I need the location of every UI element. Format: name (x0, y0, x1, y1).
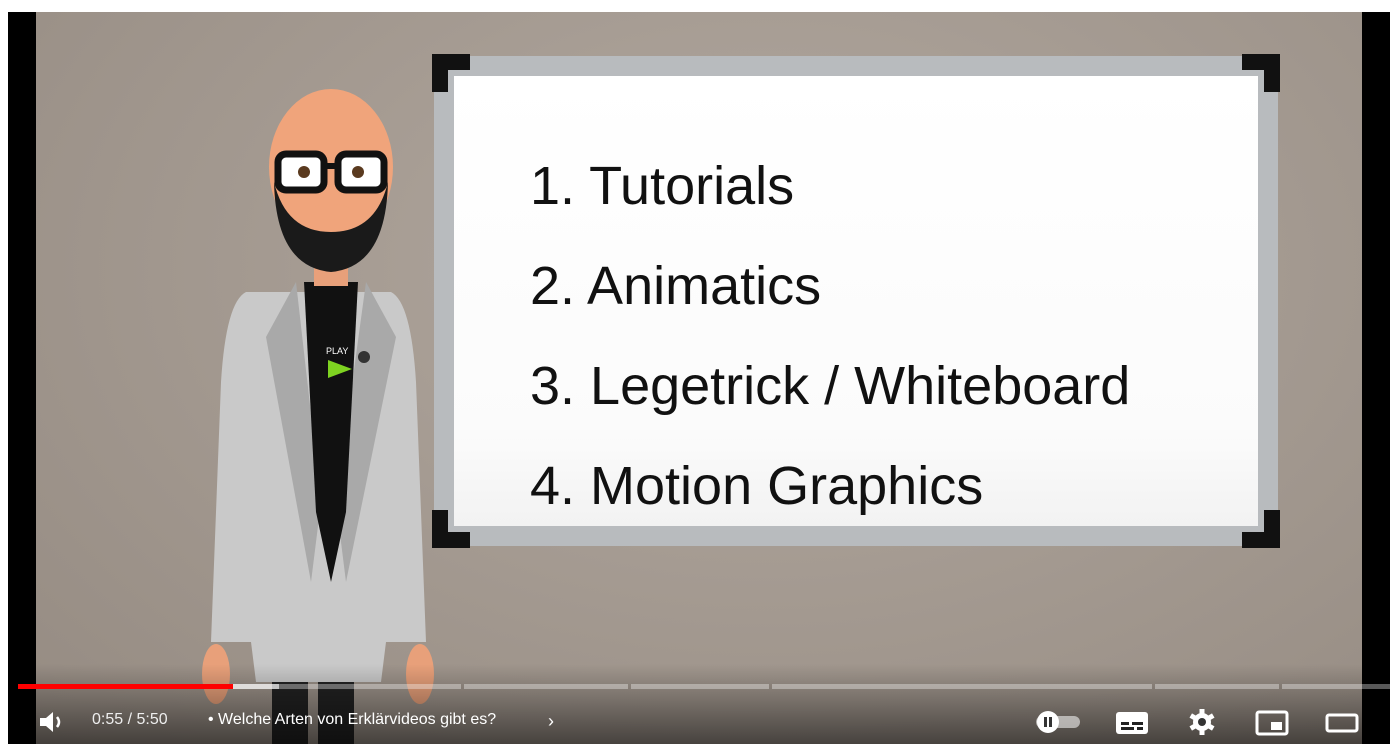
chapter-segment[interactable] (631, 684, 769, 689)
theater-mode-icon[interactable] (1324, 708, 1360, 736)
presenter-eye-left (298, 166, 310, 178)
whiteboard-item-1: 1. Tutorials (530, 156, 795, 216)
time-display: 0:55 / 5:50 (92, 711, 168, 728)
chapter-chevron-icon[interactable]: › (548, 711, 554, 732)
whiteboard-item-3: 3. Legetrick / Whiteboard (530, 356, 1131, 416)
autoplay-toggle-icon[interactable] (1034, 708, 1082, 736)
chapter-segment[interactable] (1282, 684, 1390, 689)
whiteboard-surface: 1. Tutorials 2. Animatics 3. Legetrick /… (454, 76, 1258, 526)
presenter-mouth-area (309, 204, 353, 220)
progress-bar[interactable] (18, 684, 1390, 689)
chapter-segment[interactable] (1155, 684, 1279, 689)
video-player[interactable]: PLAY 1. Tutorials 2. Animatics 3. Legetr… (8, 12, 1390, 744)
control-bar: 0:55 / 5:50 • Welche Arten von Erklärvid… (8, 700, 1390, 744)
page-background (0, 0, 1390, 12)
settings-gear-icon[interactable] (1184, 708, 1220, 736)
video-frame[interactable]: PLAY 1. Tutorials 2. Animatics 3. Legetr… (36, 12, 1362, 744)
whiteboard-corner (1242, 54, 1280, 92)
presenter-eye-right (352, 166, 364, 178)
whiteboard-list: 1. Tutorials 2. Animatics 3. Legetrick /… (530, 136, 1130, 536)
whiteboard-corner (1242, 510, 1280, 548)
whiteboard: 1. Tutorials 2. Animatics 3. Legetrick /… (432, 54, 1280, 548)
subtitles-icon[interactable] (1114, 708, 1150, 736)
progress-played (18, 684, 234, 689)
whiteboard-item-4: 4. Motion Graphics (530, 456, 984, 516)
whiteboard-corner (432, 510, 470, 548)
whiteboard-item-2: 2. Animatics (530, 256, 822, 316)
miniplayer-icon[interactable] (1254, 708, 1290, 736)
presenter-mic (358, 351, 370, 363)
chapter-title[interactable]: • Welche Arten von Erklärvideos gibt es? (208, 711, 496, 729)
shirt-label: PLAY (326, 346, 348, 356)
volume-icon[interactable] (38, 710, 68, 734)
chapter-segment[interactable] (464, 684, 628, 689)
chapter-segment[interactable] (772, 684, 1152, 689)
presenter-illustration: PLAY (202, 89, 434, 744)
whiteboard-corner (432, 54, 470, 92)
